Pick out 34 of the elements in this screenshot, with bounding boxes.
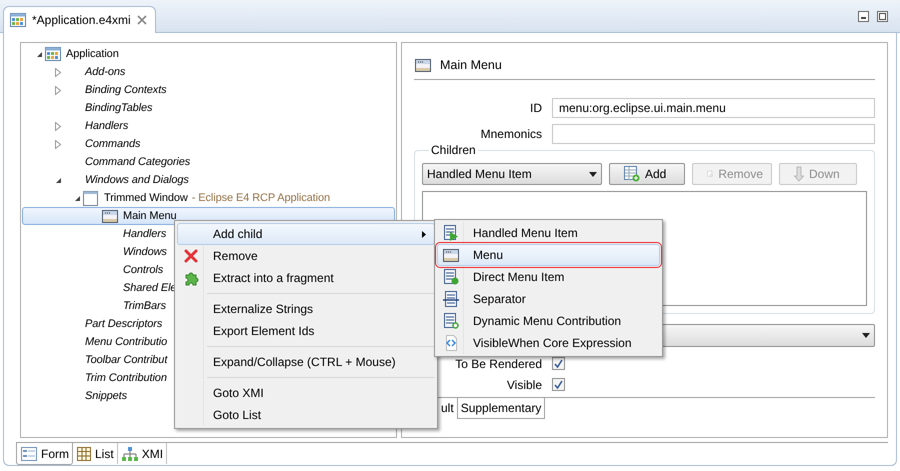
- checkbox-label: To Be Rendered: [454, 357, 542, 371]
- menu-item-label: Extract into a fragment: [212, 271, 334, 285]
- field-label: ID: [529, 101, 542, 115]
- tree-item-detail: - Eclipse E4 RCP Application: [192, 192, 330, 204]
- tree-item-label: Trim Contribution: [85, 372, 167, 384]
- checkbox-label: Visible: [506, 378, 542, 392]
- tree-item-label: Application: [66, 48, 119, 60]
- tab-title: *Application.e4xmi: [32, 13, 131, 27]
- tree-item-label: Binding Contexts: [85, 84, 167, 96]
- menu-item-label: Direct Menu Item: [472, 270, 564, 284]
- menu-item-label: Goto XMI: [212, 386, 264, 400]
- menu-item-label: Dynamic Menu Contribution: [472, 314, 622, 328]
- menu-item-label: Expand/Collapse (CTRL + Mouse): [212, 355, 396, 369]
- menu-item-label: Separator: [472, 292, 526, 306]
- menu-item-label: Handled Menu Item: [472, 226, 578, 240]
- menu-item-label: Externalize Strings: [212, 302, 314, 316]
- group-label: Children: [429, 143, 478, 157]
- tree-item-label: Main Menu: [123, 210, 177, 222]
- tree-item-label: BindingTables: [85, 102, 152, 114]
- menu-item-label: VisibleWhen Core Expression: [472, 336, 632, 350]
- menu-item-label: Add child: [212, 227, 262, 241]
- tree-item-label: Handlers: [85, 120, 128, 132]
- tree-item-label: Commands: [85, 138, 140, 150]
- tree-item-label: Trimmed Window: [104, 192, 188, 204]
- details-title: Main Menu: [440, 58, 502, 72]
- tree-item-label: Menu Contributio: [85, 336, 168, 348]
- menu-item-label: Goto List: [212, 408, 262, 422]
- tree-item-label: Add-ons: [85, 66, 126, 78]
- tree-item-label: Windows and Dialogs: [85, 174, 189, 186]
- field-label: Mnemonics: [480, 127, 542, 141]
- tree-item-label: Command Categories: [85, 156, 190, 168]
- menu-item-label: Remove: [212, 249, 258, 263]
- menu-item-label: Export Element Ids: [212, 324, 314, 338]
- menu-item-label: Menu: [472, 248, 504, 262]
